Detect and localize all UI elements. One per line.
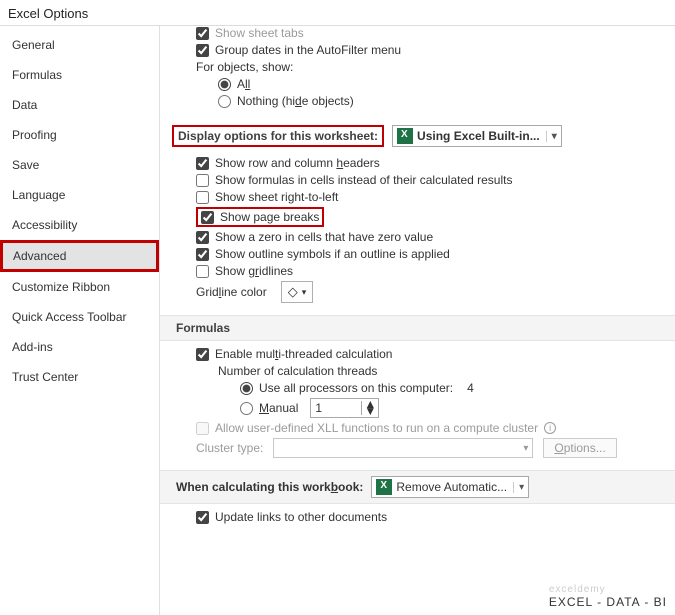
label-group-dates: Group dates in the AutoFilter menu xyxy=(215,43,401,57)
section-formulas: Formulas xyxy=(160,315,675,341)
row-group-dates: Group dates in the AutoFilter menu xyxy=(196,43,663,57)
sidebar-item-advanced[interactable]: Advanced xyxy=(0,240,159,272)
row-rtl: Show sheet right-to-left xyxy=(196,190,663,204)
sidebar-item-language[interactable]: Language xyxy=(0,180,159,210)
button-options: Options... xyxy=(543,438,616,458)
sidebar-item-data[interactable]: Data xyxy=(0,90,159,120)
row-all-proc: Use all processors on this computer: 4 xyxy=(240,381,663,395)
checkbox-show-sheet-tabs[interactable] xyxy=(196,27,209,40)
section-display-worksheet: Display options for this worksheet: Usin… xyxy=(172,122,663,150)
sidebar: General Formulas Data Proofing Save Lang… xyxy=(0,26,160,615)
window-title: Excel Options xyxy=(0,0,675,25)
radio-all-processors[interactable] xyxy=(240,382,253,395)
sidebar-item-general[interactable]: General xyxy=(0,30,159,60)
label-nothing: Nothing (hide objects) xyxy=(237,94,354,108)
label-cluster: Cluster type: xyxy=(196,441,263,455)
row-show-formulas: Show formulas in cells instead of their … xyxy=(196,173,663,187)
row-gridline-color: Gridline color ◇ ▾ xyxy=(196,281,663,303)
label-all: All xyxy=(237,77,250,91)
info-icon: i xyxy=(544,422,556,434)
radio-all[interactable] xyxy=(218,78,231,91)
row-cluster: Cluster type: ▾ Options... xyxy=(196,438,663,458)
sidebar-item-proofing[interactable]: Proofing xyxy=(0,120,159,150)
chevron-down-icon: ▾ xyxy=(513,482,524,493)
checkbox-rtl[interactable] xyxy=(196,191,209,204)
dropdown-worksheet[interactable]: Using Excel Built-in... ▾ xyxy=(392,125,562,147)
spinner-arrows[interactable]: ▲▼ xyxy=(361,401,378,415)
sidebar-item-trust-center[interactable]: Trust Center xyxy=(0,362,159,392)
row-row-col-headers: Show row and column headers xyxy=(196,156,663,170)
label-all-processors: Use all processors on this computer: xyxy=(259,381,453,395)
row-multithread: Enable multi-threaded calculation xyxy=(196,347,663,361)
row-outline: Show outline symbols if an outline is ap… xyxy=(196,247,663,261)
dropdown-worksheet-label: Using Excel Built-in... xyxy=(417,129,540,143)
label-show-formulas: Show formulas in cells instead of their … xyxy=(215,173,512,187)
checkbox-show-formulas[interactable] xyxy=(196,174,209,187)
sidebar-item-qat[interactable]: Quick Access Toolbar xyxy=(0,302,159,332)
sidebar-item-formulas[interactable]: Formulas xyxy=(0,60,159,90)
row-update-links: Update links to other documents xyxy=(196,510,663,524)
row-num-threads: Number of calculation threads xyxy=(218,364,663,378)
row-manual: Manual ▲▼ xyxy=(240,398,663,418)
row-xll: Allow user-defined XLL functions to run … xyxy=(196,421,663,435)
label-for-objects: For objects, show: xyxy=(196,60,293,74)
label-gridlines: Show gridlines xyxy=(215,264,293,278)
sidebar-item-customize-ribbon[interactable]: Customize Ribbon xyxy=(0,272,159,302)
checkbox-gridlines[interactable] xyxy=(196,265,209,278)
bucket-icon: ◇ xyxy=(288,284,298,300)
label-gridline-color: Gridline color xyxy=(196,285,267,299)
heading-display-worksheet: Display options for this worksheet: xyxy=(172,125,384,147)
chevron-down-icon: ▾ xyxy=(302,287,307,298)
heading-calculating-workbook: When calculating this workbook: xyxy=(176,480,363,494)
input-manual-threads[interactable] xyxy=(311,399,361,417)
radio-nothing[interactable] xyxy=(218,95,231,108)
excel-icon xyxy=(397,128,413,144)
row-show-sheet-tabs: Show sheet tabs xyxy=(196,26,663,40)
checkbox-xll xyxy=(196,422,209,435)
chevron-down-icon: ▾ xyxy=(546,131,557,142)
checkbox-group-dates[interactable] xyxy=(196,44,209,57)
combo-cluster: ▾ xyxy=(273,438,533,458)
sidebar-item-addins[interactable]: Add-ins xyxy=(0,332,159,362)
label-multithread: Enable multi-threaded calculation xyxy=(215,347,392,361)
processor-count: 4 xyxy=(467,381,474,395)
label-xll: Allow user-defined XLL functions to run … xyxy=(215,421,538,435)
dropdown-workbook[interactable]: Remove Automatic... ▾ xyxy=(371,476,529,498)
row-gridlines: Show gridlines xyxy=(196,264,663,278)
checkbox-row-col-headers[interactable] xyxy=(196,157,209,170)
label-row-col-headers: Show row and column headers xyxy=(215,156,380,170)
section-calculating-workbook: When calculating this workbook: Remove A… xyxy=(160,470,675,504)
label-manual: Manual xyxy=(259,401,298,415)
spinner-manual-threads[interactable]: ▲▼ xyxy=(310,398,379,418)
row-page-breaks: Show page breaks xyxy=(196,207,663,227)
row-radio-all: All xyxy=(218,77,663,91)
row-radio-nothing: Nothing (hide objects) xyxy=(218,94,663,108)
label-update-links: Update links to other documents xyxy=(215,510,387,524)
label-page-breaks: Show page breaks xyxy=(220,210,319,224)
color-picker-gridline[interactable]: ◇ ▾ xyxy=(281,281,314,303)
row-zero: Show a zero in cells that have zero valu… xyxy=(196,230,663,244)
main-panel: Show sheet tabs Group dates in the AutoF… xyxy=(160,26,675,615)
label-show-sheet-tabs: Show sheet tabs xyxy=(215,26,304,40)
sidebar-item-accessibility[interactable]: Accessibility xyxy=(0,210,159,240)
checkbox-update-links[interactable] xyxy=(196,511,209,524)
label-rtl: Show sheet right-to-left xyxy=(215,190,338,204)
label-zero: Show a zero in cells that have zero valu… xyxy=(215,230,433,244)
row-for-objects: For objects, show: xyxy=(196,60,663,74)
label-outline: Show outline symbols if an outline is ap… xyxy=(215,247,450,261)
checkbox-zero[interactable] xyxy=(196,231,209,244)
checkbox-outline[interactable] xyxy=(196,248,209,261)
sidebar-item-save[interactable]: Save xyxy=(0,150,159,180)
dropdown-workbook-label: Remove Automatic... xyxy=(396,480,507,494)
radio-manual[interactable] xyxy=(240,402,253,415)
label-num-threads: Number of calculation threads xyxy=(218,364,377,378)
checkbox-page-breaks[interactable] xyxy=(201,211,214,224)
main-container: General Formulas Data Proofing Save Lang… xyxy=(0,25,675,615)
checkbox-multithread[interactable] xyxy=(196,348,209,361)
excel-icon xyxy=(376,479,392,495)
